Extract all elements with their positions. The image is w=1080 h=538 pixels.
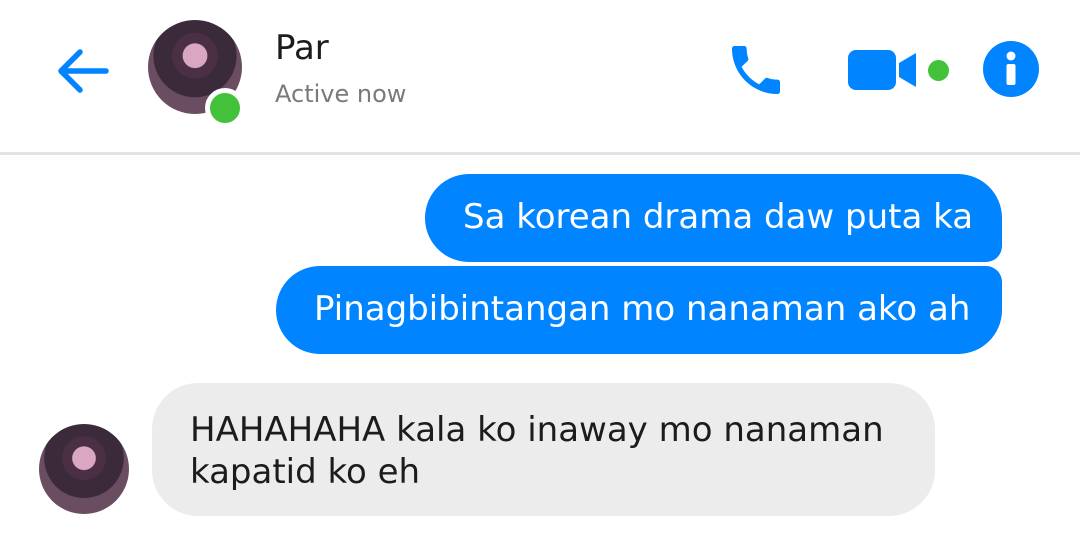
phone-icon[interactable] bbox=[722, 38, 790, 102]
received-message-bubble[interactable]: HAHAHAHA kala ko inaway mo nanaman kapat… bbox=[152, 383, 935, 516]
chat-header: Par Active now bbox=[0, 0, 1080, 152]
sent-message-bubble[interactable]: Pinagbibintangan mo nanaman ako ah bbox=[276, 266, 1002, 354]
contact-name[interactable]: Par bbox=[275, 28, 329, 68]
back-arrow-icon[interactable] bbox=[52, 42, 110, 100]
active-status-text: Active now bbox=[275, 80, 407, 108]
video-camera-icon[interactable] bbox=[848, 48, 918, 92]
active-status-dot bbox=[205, 88, 245, 128]
header-divider bbox=[0, 152, 1080, 155]
sent-message-bubble[interactable]: Sa korean drama daw puta ka bbox=[425, 174, 1002, 262]
video-active-dot bbox=[928, 60, 949, 81]
sender-avatar[interactable] bbox=[39, 424, 129, 514]
info-icon[interactable] bbox=[983, 41, 1039, 97]
